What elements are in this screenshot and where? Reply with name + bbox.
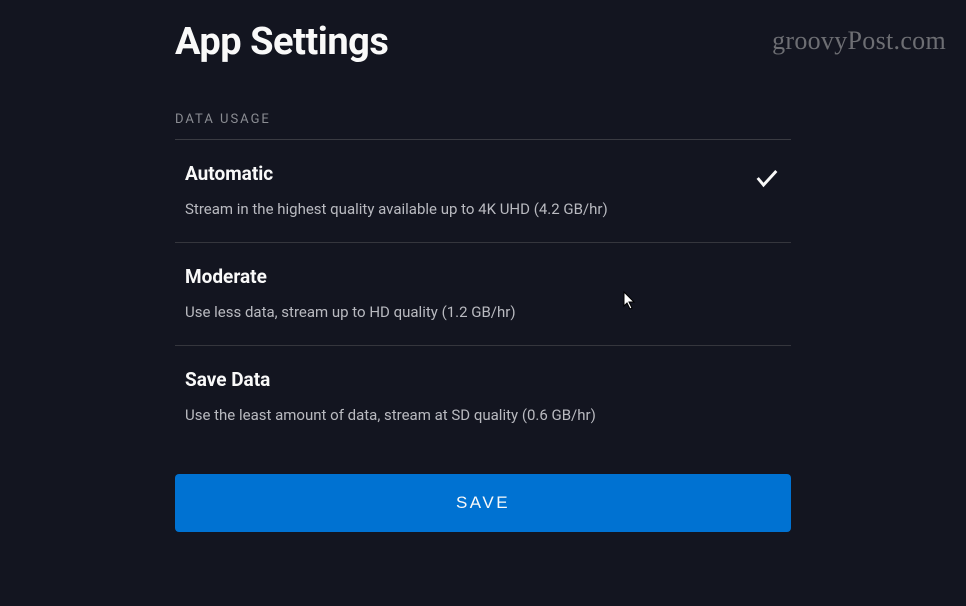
- option-automatic-desc: Stream in the highest quality available …: [185, 199, 741, 220]
- page-title: App Settings: [175, 20, 791, 64]
- section-data-usage-label: DATA USAGE: [175, 112, 791, 140]
- option-save-data[interactable]: Save Data Use the least amount of data, …: [175, 346, 791, 448]
- option-automatic[interactable]: Automatic Stream in the highest quality …: [175, 140, 791, 243]
- checkmark-icon: [753, 164, 781, 196]
- save-button[interactable]: SAVE: [175, 474, 791, 532]
- option-save-data-desc: Use the least amount of data, stream at …: [185, 405, 741, 426]
- option-save-data-title: Save Data: [185, 368, 741, 391]
- option-moderate-title: Moderate: [185, 265, 741, 288]
- option-moderate[interactable]: Moderate Use less data, stream up to HD …: [175, 243, 791, 346]
- option-moderate-desc: Use less data, stream up to HD quality (…: [185, 302, 741, 323]
- watermark: groovyPost.com: [772, 26, 946, 56]
- option-automatic-title: Automatic: [185, 162, 741, 185]
